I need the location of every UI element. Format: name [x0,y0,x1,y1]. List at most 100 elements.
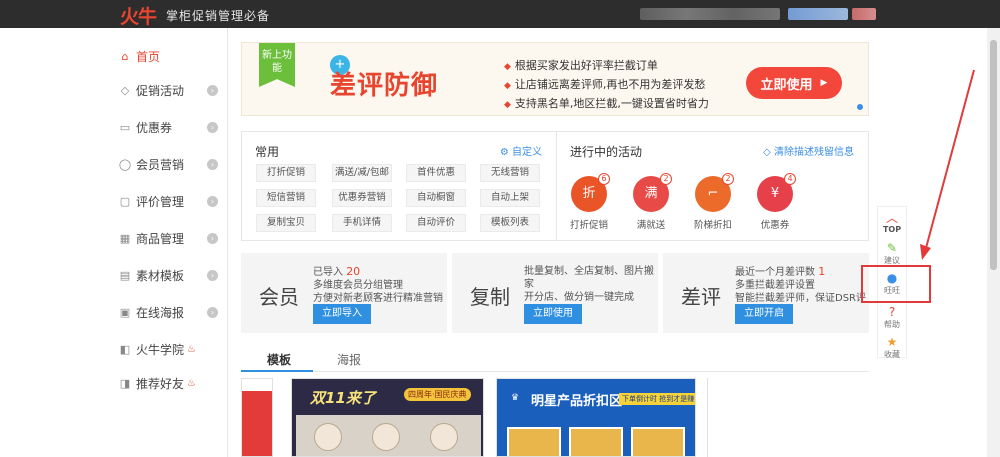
sidebar-item-label: 在线海报 [136,305,185,320]
import-now-button[interactable]: 立即导入 [313,304,371,324]
active-tab-indicator [241,370,313,372]
sidebar-item-coupons[interactable]: ▭ 优惠券 › [118,116,218,138]
tab-posters[interactable]: 海报 [337,351,361,368]
tab-templates[interactable]: 模板 [267,351,291,368]
shortcut-chip[interactable]: 优惠券营销 [332,189,392,207]
banner-title: 差评防御 [330,71,439,101]
logo[interactable]: 火牛 [120,2,157,29]
shortcut-chip[interactable]: 短信营销 [256,189,316,207]
comment-icon: ▢ [119,194,131,208]
template-thumb[interactable]: 双11来了 四周年·国民庆典 [291,378,484,457]
poster-icon: ▣ [119,305,131,319]
school-icon: ◧ [119,342,131,356]
annotation-arrow [920,69,975,260]
scrollbar-thumb[interactable] [990,40,997,270]
chevron-right-icon: › [207,195,218,207]
favorite-button[interactable]: ★ 收藏 [878,335,906,360]
page-scrollbar[interactable] [987,28,1000,457]
shortcut-chip[interactable]: 自动评价 [406,214,466,232]
member-card: 会员 已导入 20 多维度会员分组管理 方便对新老顾客进行精准营销 立即导入 [241,253,447,333]
sidebar-item-academy[interactable]: ◧ 火牛学院 ♨ [118,338,218,360]
banner-use-button[interactable]: 立即使用 ▶ [746,67,842,99]
account-badge[interactable] [788,8,848,20]
hot-icon: ♨ [187,343,196,355]
sidebar-item-refer[interactable]: ◨ 推荐好友 ♨ [118,372,218,394]
sidebar-item-goods[interactable]: ▦ 商品管理 › [118,227,218,249]
banner-bullet: 根据买家发出好评率拦截订单 [514,59,658,72]
sidebar-item-members[interactable]: ◯ 会员营销 › [118,153,218,175]
sidebar-item-label: 火牛学院 [136,342,185,357]
activity-discount[interactable]: 折6 打折促销 [559,173,619,231]
enable-now-button[interactable]: 立即开启 [735,304,793,324]
annotation-highlight-box [861,265,931,303]
star-icon: ★ [886,335,898,349]
sidebar-item-reviews[interactable]: ▢ 评价管理 › [118,190,218,212]
thumb-title: 双11来了 [310,389,376,407]
coupon-icon: ¥4 [757,173,796,212]
shortcut-chip[interactable]: 模板列表 [480,214,540,232]
copy-use-button[interactable]: 立即使用 [524,304,582,324]
share-icon: ◨ [119,376,131,390]
chevron-right-icon: › [207,121,218,133]
feature-banner[interactable]: 新上功能 + 差评防御 ◆ 根据买家发出好评率拦截订单 ◆ 让店铺远离差评师,再也不… [241,42,869,116]
shortcut-chip[interactable]: 打折促销 [256,164,316,182]
account-info[interactable] [640,8,780,20]
thumb-subtitle: 下单倒计时 抢到才是赚 [619,393,695,405]
sidebar-item-label: 首页 [136,49,161,64]
activity-label: 阶梯折扣 [693,220,732,231]
activity-label: 打折促销 [569,220,608,231]
count-badge: 2 [722,173,734,185]
clear-residue-link[interactable]: ◇ 清除描述残留信息 [763,143,854,158]
eraser-icon: ◇ [763,147,774,158]
thumb-badge: 四周年·国民庆典 [404,388,471,401]
shortcut-chip[interactable]: 自动橱窗 [406,189,466,207]
sidebar-item-promotions[interactable]: ◇ 促销活动 › [118,79,218,101]
activity-coupon[interactable]: ¥4 优惠券 [745,173,805,231]
shortcut-chip[interactable]: 首件优惠 [406,164,466,182]
new-feature-flag: 新上功能 [259,43,295,87]
sidebar-item-label: 商品管理 [136,231,185,246]
template-thumb[interactable] [241,378,273,457]
common-panel: 常用 ⚙ 自定义 打折促销 满送/减/包邮 首件优惠 无线营销 短信营销 优惠券… [241,131,557,241]
hot-icon: ♨ [187,377,196,389]
shortcut-chip[interactable]: 复制宝贝 [256,214,316,232]
sidebar-item-posters[interactable]: ▣ 在线海报 › [118,301,218,323]
template-icon: ▤ [119,268,131,282]
goods-icon: ▦ [119,231,131,245]
count-badge: 4 [784,173,796,185]
play-icon: ▶ [820,78,828,88]
activity-tier-discount[interactable]: ⌐ 2 阶梯折扣 [683,173,743,231]
copy-card: 复制 批量复制、全店复制、图片搬家 开分店、做分销一键完成 立即使用 [452,253,658,333]
help-icon: ? [888,305,896,319]
shortcut-chip[interactable]: 手机详情 [332,214,392,232]
card-desc: 已导入 20 多维度会员分组管理 方便对新老顾客进行精准营销 [313,265,443,304]
chevron-right-icon: › [207,158,218,170]
activity-label: 满就送 [636,220,666,231]
bad-review-card: 差评 最近一个月差评数 1 多重拦截差评设置 智能拦截差评师，保证DSR评分 立… [663,253,869,333]
template-thumb[interactable]: ♛ 明星产品折扣区 下单倒计时 抢到才是赚 [496,378,696,457]
sidebar-nav: ⌂ 首页 ◇ 促销活动 › ▭ 优惠券 › ◯ 会员营销 › ▢ 评价管理 › … [0,28,228,457]
sidebar-item-label: 素材模板 [136,268,185,283]
full-gift-icon: 满2 [633,173,672,212]
stairs-icon: ⌐ 2 [695,173,734,212]
chevron-right-icon: › [207,232,218,244]
sidebar-item-templates[interactable]: ▤ 素材模板 › [118,264,218,286]
shortcut-chip[interactable]: 自动上架 [480,189,540,207]
top-bar: 火牛 掌柜促销管理必备 [0,0,1000,28]
activity-full-gift[interactable]: 满2 满就送 [621,173,681,231]
carousel-dot[interactable] [857,104,863,110]
shortcut-chip[interactable]: 无线营销 [480,164,540,182]
count-badge: 2 [660,173,672,185]
customize-link[interactable]: ⚙ 自定义 [500,143,542,158]
logout-link[interactable] [852,8,876,20]
banner-bullet: 让店铺远离差评师,再也不用为差评发愁 [514,78,706,91]
sidebar-item-label: 优惠券 [136,120,173,135]
help-button[interactable]: ? 帮助 [878,305,906,330]
sidebar-item-home[interactable]: ⌂ 首页 [118,45,218,67]
template-gallery: 双11来了 四周年·国民庆典 ♛ 明星产品折扣区 下单倒计时 抢到才是赚 [241,378,869,457]
panel-title: 常用 [255,145,280,159]
shortcut-chip[interactable]: 满送/减/包邮 [332,164,392,182]
banner-bullet: 支持黑名单,地区拦截,一键设置省时省力 [514,97,709,110]
activity-panel: 进行中的活动 ◇ 清除描述残留信息 折6 打折促销 满2 满就送 ⌐ 2 阶梯折扣… [556,131,869,241]
template-tabs: 模板 海报 [241,346,869,372]
